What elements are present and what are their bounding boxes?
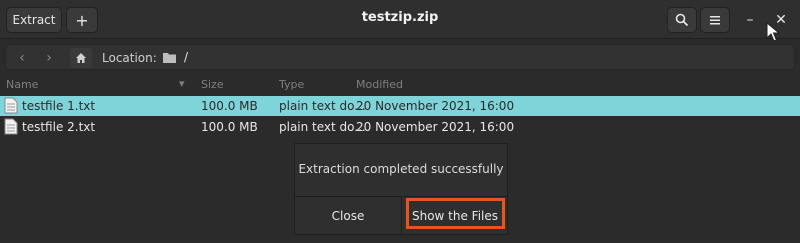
location-box: ‹ › Location: / bbox=[5, 44, 795, 70]
dialog-message: Extraction completed successfully bbox=[298, 162, 504, 176]
location-label: Location: bbox=[102, 51, 157, 65]
file-size: 100.0 MB bbox=[201, 99, 258, 113]
folder-icon bbox=[163, 53, 176, 63]
table-row[interactable]: testfile 2.txt 100.0 MB plain text do...… bbox=[0, 117, 800, 137]
main-menu-button[interactable] bbox=[700, 7, 730, 33]
home-button[interactable] bbox=[70, 48, 92, 68]
table-header: Name ▾ Size Type Modified bbox=[0, 75, 800, 93]
text-file-icon bbox=[4, 118, 18, 135]
file-modified: 20 November 2021, 16:00 bbox=[356, 99, 515, 113]
file-size: 100.0 MB bbox=[201, 120, 258, 134]
location-bar: ‹ › Location: / bbox=[0, 39, 800, 75]
column-header-name[interactable]: Name bbox=[6, 78, 38, 91]
hamburger-menu-icon bbox=[710, 16, 720, 25]
search-icon bbox=[675, 13, 689, 27]
forward-button[interactable]: › bbox=[38, 49, 60, 67]
sort-indicator-icon: ▾ bbox=[179, 77, 185, 90]
file-modified: 20 November 2021, 16:00 bbox=[356, 120, 515, 134]
table-row[interactable]: testfile 1.txt 100.0 MB plain text do...… bbox=[0, 96, 800, 116]
minimize-icon: – bbox=[746, 12, 754, 28]
minimize-button[interactable]: – bbox=[740, 10, 760, 30]
location-path[interactable]: / bbox=[184, 50, 188, 64]
highlight-box bbox=[406, 198, 505, 229]
chevron-right-icon: › bbox=[46, 50, 52, 66]
file-name: testfile 2.txt bbox=[22, 120, 96, 134]
column-header-modified[interactable]: Modified bbox=[356, 78, 403, 91]
file-name: testfile 1.txt bbox=[22, 99, 96, 113]
file-type: plain text do... bbox=[279, 99, 366, 113]
column-header-type[interactable]: Type bbox=[279, 78, 304, 91]
chevron-left-icon: ‹ bbox=[19, 50, 25, 66]
column-header-size[interactable]: Size bbox=[201, 78, 224, 91]
file-type: plain text do... bbox=[279, 120, 366, 134]
mouse-cursor-icon bbox=[766, 22, 780, 42]
home-icon bbox=[76, 53, 86, 63]
text-file-icon bbox=[4, 97, 18, 114]
close-button[interactable]: Close bbox=[295, 197, 401, 235]
header-bar: Extract + testzip.zip – ✕ bbox=[0, 0, 800, 39]
back-button[interactable]: ‹ bbox=[11, 49, 33, 67]
search-button[interactable] bbox=[667, 7, 697, 33]
